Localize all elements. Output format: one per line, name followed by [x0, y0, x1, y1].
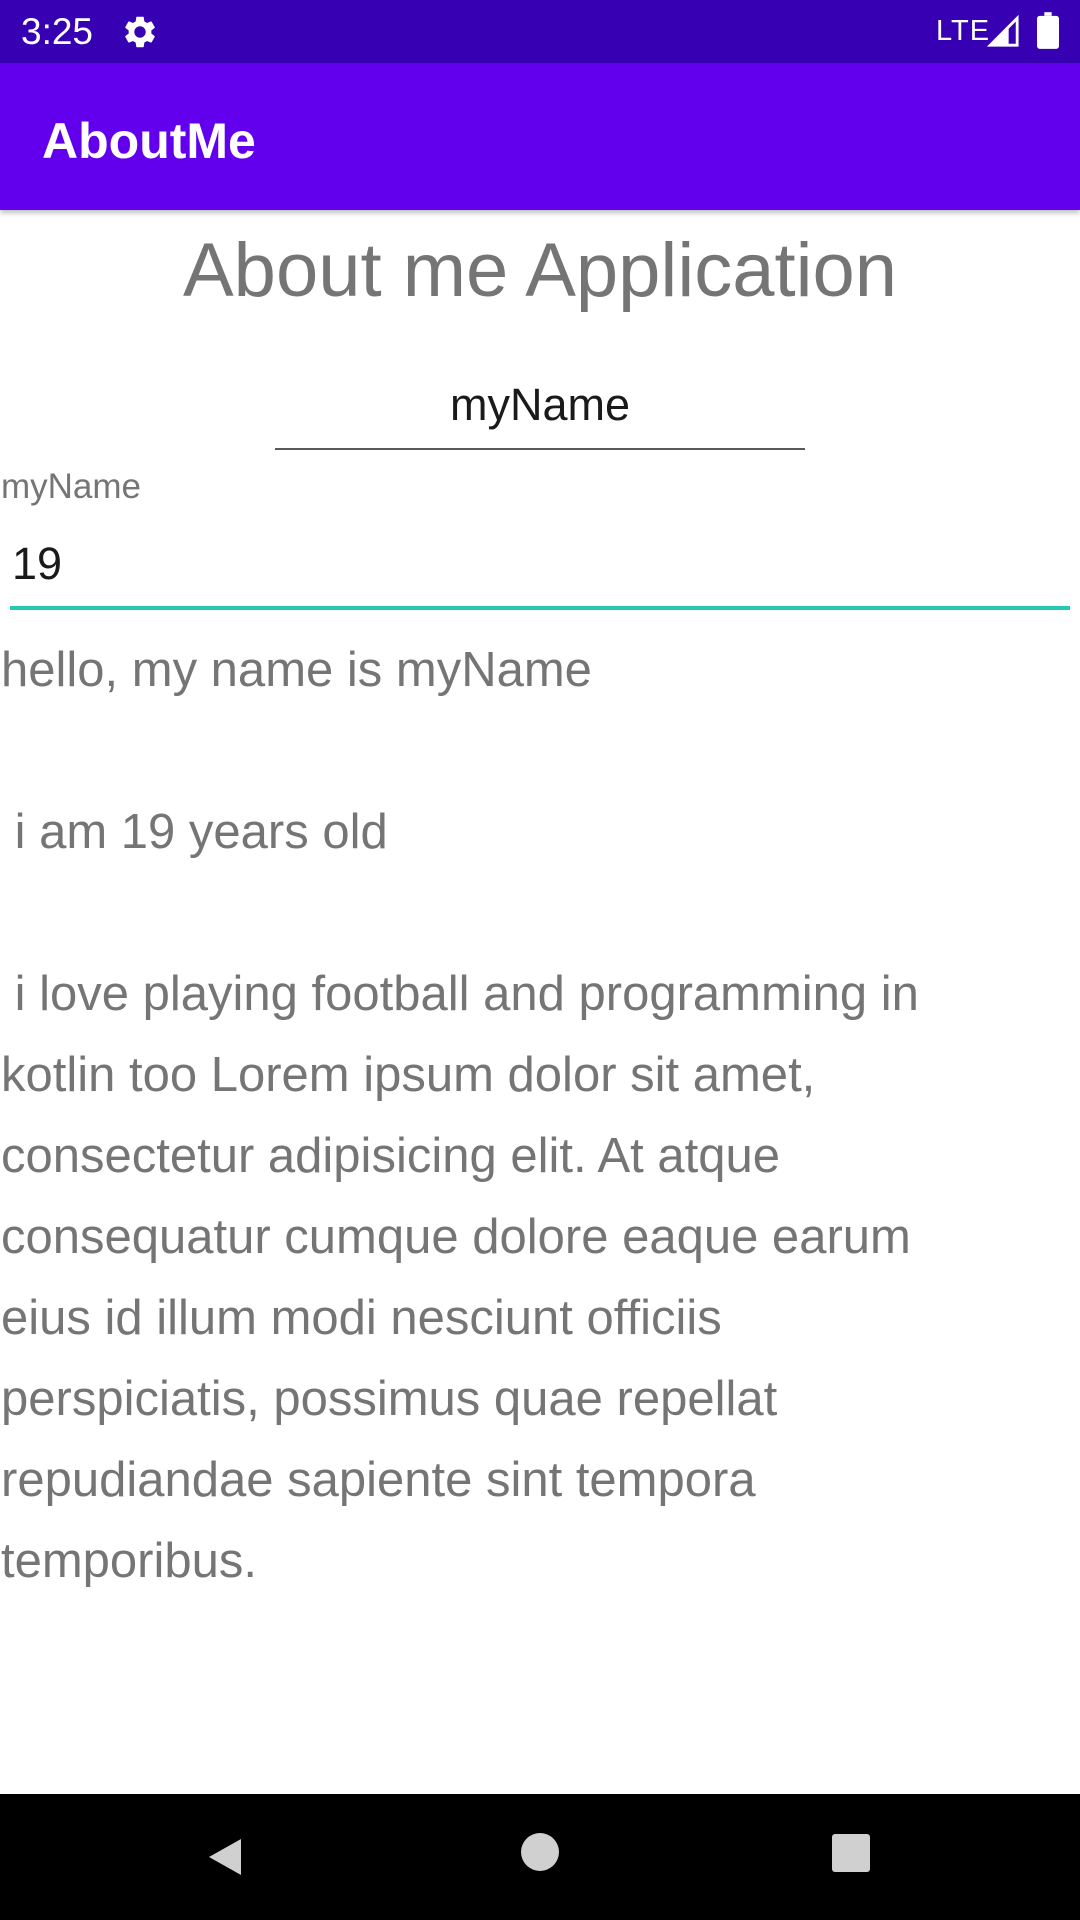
status-time: 3:25	[21, 11, 94, 52]
name-input[interactable]	[275, 365, 805, 445]
bio-text: hello, my name is myName i am 19 years o…	[1, 643, 919, 1588]
page-heading: About me Application	[182, 228, 898, 313]
home-icon[interactable]	[521, 1833, 559, 1871]
age-field[interactable]	[10, 525, 1070, 610]
network-type-label: LTE	[936, 15, 991, 47]
battery-icon	[1037, 12, 1059, 49]
settings-gear-icon	[125, 16, 155, 48]
back-icon[interactable]	[203, 1833, 251, 1881]
status-bar: 3:25 LTE	[0, 0, 1080, 63]
main-content: About me Application myName hello, my na…	[0, 210, 1080, 1794]
app-title: AboutMe	[42, 113, 256, 169]
signal-strength-icon	[986, 14, 1019, 47]
age-input[interactable]	[10, 525, 1070, 603]
name-field[interactable]	[275, 365, 805, 450]
name-text: myName	[1, 467, 142, 506]
navigation-bar	[0, 1794, 1080, 1920]
app-toolbar: AboutMe	[0, 63, 1080, 210]
recents-icon[interactable]	[832, 1834, 870, 1872]
